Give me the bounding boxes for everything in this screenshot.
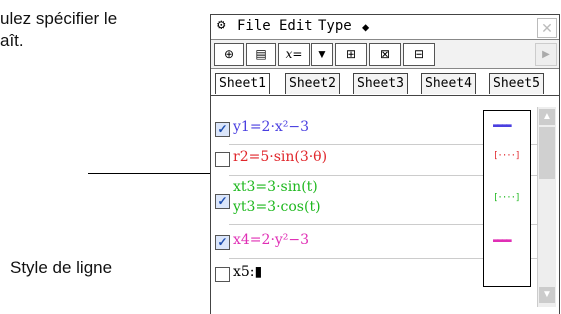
tab-sheet2[interactable]: Sheet2 xyxy=(285,73,340,94)
sheet-tabs: Sheet1 Sheet2 Sheet3 Sheet4 Sheet5 xyxy=(211,71,559,96)
callout-label: Style de ligne xyxy=(10,258,113,277)
tab-sheet5[interactable]: Sheet5 xyxy=(489,73,544,94)
tab-sheet3[interactable]: Sheet3 xyxy=(353,73,408,94)
close-icon[interactable]: ✕ xyxy=(537,18,557,38)
scrollbar[interactable]: ▲ ▼ xyxy=(537,107,556,307)
graph-icon[interactable]: ⊕ xyxy=(214,43,244,66)
menu-edit[interactable]: Edit xyxy=(279,18,313,34)
function-label-r2[interactable]: r2=5·sin(3·θ) xyxy=(233,149,327,165)
checkbox-xt3[interactable]: ✓ xyxy=(215,194,230,209)
menu-bar: ⚙ File Edit Type ◆ ✕ xyxy=(211,15,559,40)
scroll-down-icon[interactable]: ▼ xyxy=(539,287,555,303)
tab-sheet4[interactable]: Sheet4 xyxy=(421,73,476,94)
checkbox-x4[interactable]: ✓ xyxy=(215,235,230,250)
calculator-window: ⚙ File Edit Type ◆ ✕ ⊕ ▤ x= ▼ ⊞ ⊠ ⊟ ▶ Sh… xyxy=(210,14,560,314)
menu-type[interactable]: Type xyxy=(318,18,352,34)
scroll-up-icon[interactable]: ▲ xyxy=(539,109,555,125)
toolbar: ⊕ ▤ x= ▼ ⊞ ⊠ ⊟ ▶ xyxy=(211,40,559,69)
line-style-xt3[interactable]: [····] xyxy=(493,193,521,203)
checkbox-r2[interactable] xyxy=(215,152,230,167)
zoom-box-icon[interactable]: ⊞ xyxy=(335,43,367,66)
function-label-x4[interactable]: x4=2·y²−3 xyxy=(233,232,309,248)
function-label-y1[interactable]: y1=2·x²−3 xyxy=(233,119,309,135)
line-style-column: ▬▬▬▬ [····] [····] ▬▬▬▬ xyxy=(483,110,531,287)
function-input-x5[interactable]: x5:▮ xyxy=(233,264,262,280)
scroll-thumb[interactable] xyxy=(539,127,555,179)
table-icon[interactable]: ▤ xyxy=(246,43,276,66)
line-style-y1[interactable]: ▬▬▬▬ xyxy=(493,121,519,131)
tab-sheet1[interactable]: Sheet1 xyxy=(215,73,270,94)
gear-icon[interactable]: ⚙ xyxy=(217,17,225,33)
diamond-menu-icon[interactable]: ◆ xyxy=(362,20,369,34)
checkbox-x5[interactable] xyxy=(215,267,230,282)
checkbox-y1[interactable]: ✓ xyxy=(215,122,230,137)
dropdown-arrow-icon[interactable]: ▼ xyxy=(311,43,333,66)
define-x-icon[interactable]: x= xyxy=(278,43,310,66)
menu-file[interactable]: File xyxy=(237,18,271,34)
line-style-r2[interactable]: [····] xyxy=(493,151,521,161)
line-style-x4[interactable]: ▬▬▬▬ xyxy=(493,236,519,246)
function-label-xt3[interactable]: xt3=3·sin(t) xyxy=(233,179,318,195)
doc-paragraph: ulez spécifier le aît. xyxy=(0,9,118,50)
function-label-yt3[interactable]: yt3=3·cos(t) xyxy=(233,199,321,215)
zoom-auto-icon[interactable]: ⊠ xyxy=(369,43,401,66)
split-icon[interactable]: ⊟ xyxy=(403,43,435,66)
toolbar-scroll-right-icon[interactable]: ▶ xyxy=(535,43,557,66)
